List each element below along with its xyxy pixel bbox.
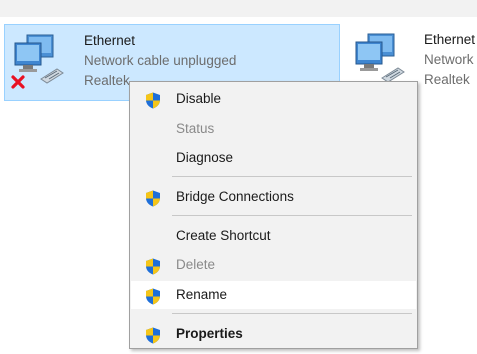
menu-item-properties[interactable]: Properties (131, 320, 416, 348)
menu-item-disable[interactable]: Disable (131, 85, 416, 113)
uac-shield-icon (145, 257, 161, 275)
menu-item-label: Diagnose (176, 150, 234, 165)
adapter-device: Realtek (424, 72, 470, 87)
menu-item-label: Disable (176, 91, 222, 106)
menu-item-label: Rename (176, 287, 228, 302)
network-adapter-disconnected-icon (11, 31, 69, 91)
menu-item-delete[interactable]: Delete (131, 251, 416, 279)
uac-shield-icon (145, 91, 161, 109)
menu-item-label: Status (176, 121, 215, 136)
uac-shield-icon (145, 287, 161, 305)
menu-item-diagnose[interactable]: Diagnose (131, 144, 416, 172)
menu-separator (172, 176, 412, 177)
menu-item-status[interactable]: Status (131, 115, 416, 143)
toolbar-strip (0, 0, 477, 17)
menu-item-create-shortcut[interactable]: Create Shortcut (131, 222, 416, 250)
adapter-name: Ethernet (84, 33, 136, 48)
menu-item-rename[interactable]: Rename (131, 281, 416, 309)
menu-separator (172, 313, 412, 314)
menu-item-label: Create Shortcut (176, 228, 271, 243)
context-menu: Disable Status Diagnose Bridge Connectio… (129, 81, 418, 349)
uac-shield-icon (145, 189, 161, 207)
adapter-name: Ethernet (424, 32, 476, 47)
uac-shield-icon (145, 326, 161, 344)
menu-separator (172, 215, 412, 216)
menu-item-label: Bridge Connections (176, 189, 294, 204)
adapter-status: Network (424, 52, 474, 67)
menu-item-bridge-connections[interactable]: Bridge Connections (131, 183, 416, 211)
menu-item-label: Delete (176, 257, 216, 272)
adapter-status: Network cable unplugged (84, 53, 237, 68)
menu-item-label: Properties (176, 326, 243, 341)
